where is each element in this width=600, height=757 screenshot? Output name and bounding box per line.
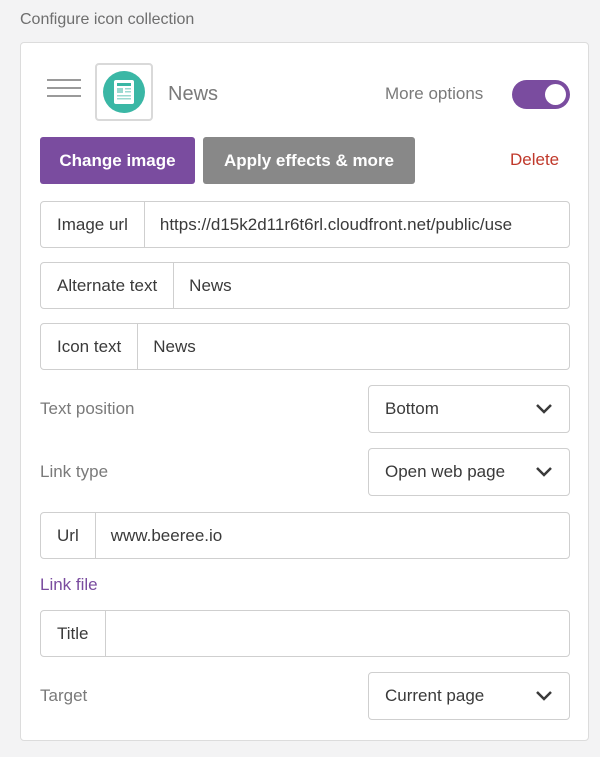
more-options-toggle[interactable] [512,80,570,109]
title-field: Title [40,610,570,657]
target-label: Target [40,686,88,705]
icon-text-input[interactable]: News [138,324,569,369]
chevron-down-icon [536,467,552,477]
icon-thumbnail[interactable] [95,63,153,121]
delete-link[interactable]: Delete [510,150,559,170]
link-type-value: Open web page [385,462,506,481]
url-field: Url www.beeree.io [40,512,570,559]
url-label: Url [41,513,96,558]
target-select[interactable]: Current page [368,672,570,720]
apply-effects-button[interactable]: Apply effects & more [203,137,415,184]
section-title: Configure icon collection [20,11,195,28]
chevron-down-icon [536,691,552,701]
url-input[interactable]: www.beeree.io [96,513,569,558]
title-input[interactable] [106,611,570,656]
more-options-label: More options [385,84,484,103]
chevron-down-icon [536,404,552,414]
icon-text-field: Icon text News [40,323,570,370]
drag-handle-icon[interactable] [47,79,81,105]
icon-item-card: News More options Change image Apply eff… [20,42,589,741]
link-type-label: Link type [40,462,109,481]
image-url-field: Image url https://d15k2d11r6t6rl.cloudfr… [40,201,570,248]
toggle-knob [545,84,566,105]
link-type-select[interactable]: Open web page [368,448,570,496]
alternate-text-field: Alternate text News [40,262,570,309]
item-name: News [168,83,219,105]
change-image-button[interactable]: Change image [40,137,195,184]
text-position-select[interactable]: Bottom [368,385,570,433]
alternate-text-input[interactable]: News [174,263,569,308]
icon-text-label: Icon text [41,324,139,369]
image-url-input[interactable]: https://d15k2d11r6t6rl.cloudfront.net/pu… [145,202,569,247]
newspaper-icon [103,71,145,113]
text-position-label: Text position [40,399,135,418]
link-file-link[interactable]: Link file [40,575,98,595]
target-value: Current page [385,686,485,705]
alternate-text-label: Alternate text [41,263,175,308]
text-position-value: Bottom [385,399,439,418]
image-url-label: Image url [41,202,145,247]
title-label: Title [41,611,106,656]
